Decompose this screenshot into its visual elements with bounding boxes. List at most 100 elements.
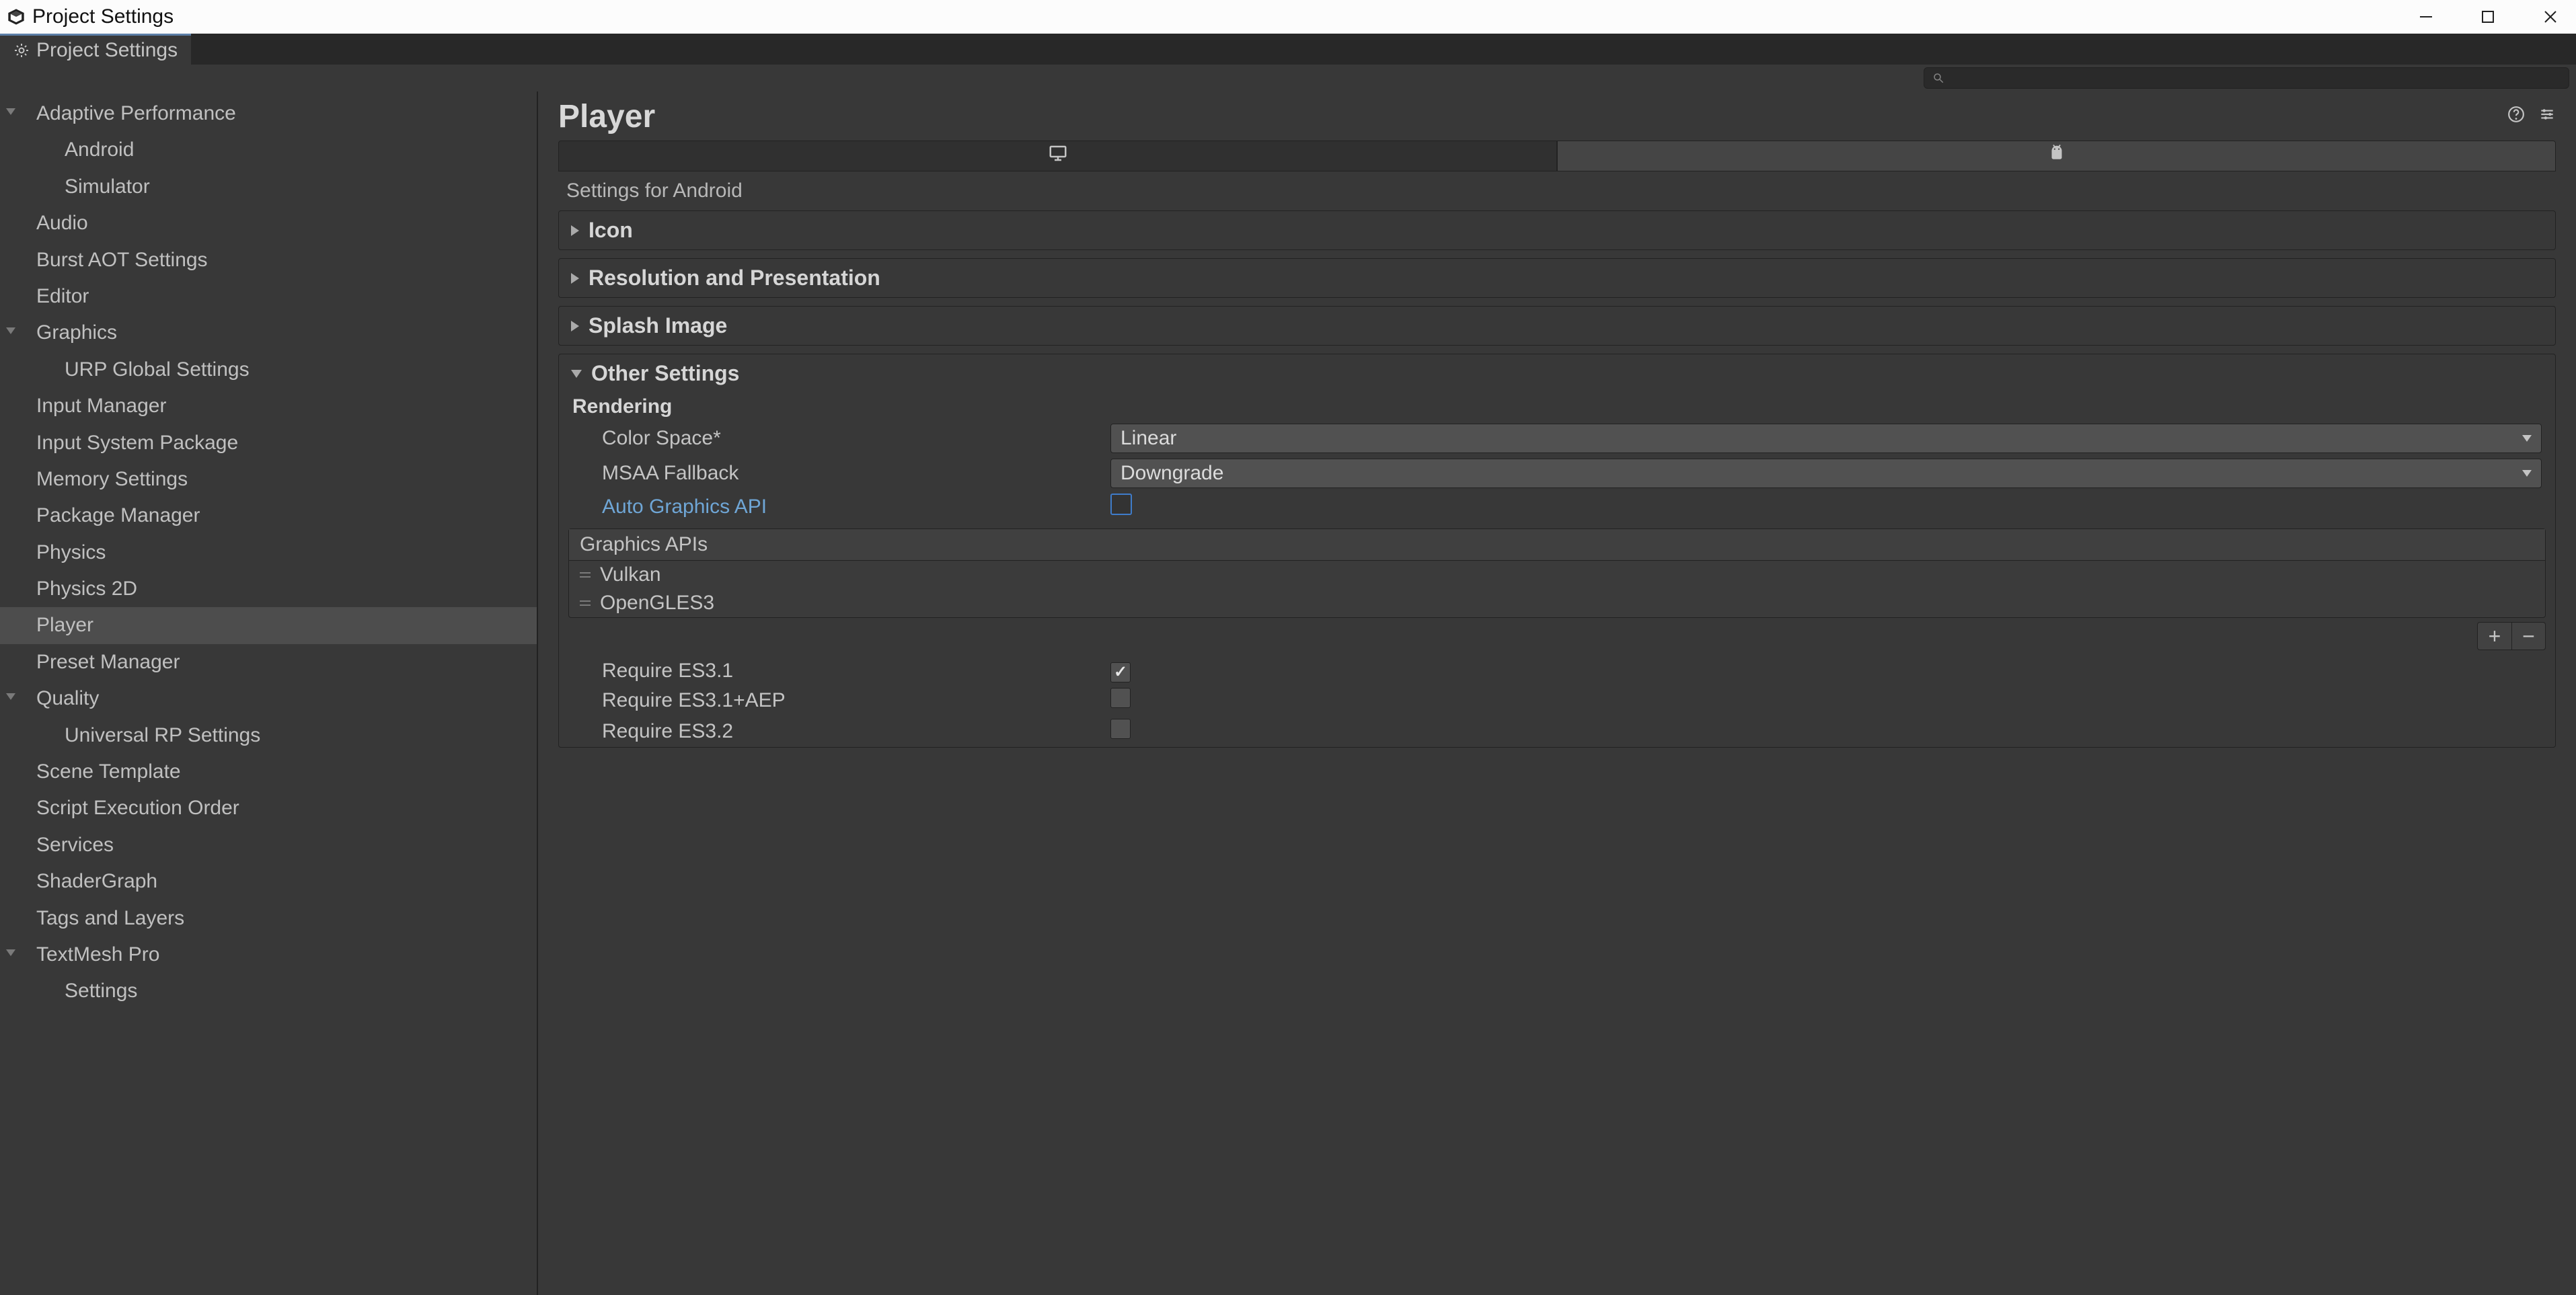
tab-standalone[interactable] <box>558 141 1557 171</box>
window-controls <box>2419 9 2559 25</box>
gear-icon <box>13 42 30 58</box>
sidebar-item-memory-settings[interactable]: Memory Settings <box>0 461 537 498</box>
sidebar-item-input-manager[interactable]: Input Manager <box>0 388 537 424</box>
sidebar-item-preset-manager[interactable]: Preset Manager <box>0 644 537 680</box>
sidebar-item-shadergraph[interactable]: ShaderGraph <box>0 863 537 900</box>
tab-label: Project Settings <box>36 39 178 62</box>
titlebar-left: Project Settings <box>7 5 174 28</box>
api-list-item[interactable]: Vulkan <box>569 561 2545 589</box>
android-icon <box>2047 143 2067 169</box>
sidebar-item-editor[interactable]: Editor <box>0 278 537 315</box>
add-button[interactable]: + <box>2478 623 2511 650</box>
group-resolution-header[interactable]: Resolution and Presentation <box>559 259 2555 297</box>
content-header: Player <box>558 98 2556 135</box>
desktop-icon <box>1048 143 1068 169</box>
help-icon[interactable] <box>2507 106 2525 128</box>
graphics-apis-list: Graphics APIs Vulkan OpenGLES3 <box>568 528 2546 618</box>
window-title: Project Settings <box>32 5 174 28</box>
search-icon <box>1932 72 1944 84</box>
sidebar-item-simulator[interactable]: Simulator <box>0 169 537 205</box>
sidebar-item-player[interactable]: Player <box>0 607 537 643</box>
color-space-dropdown[interactable]: Linear <box>1110 424 2542 453</box>
page-title: Player <box>558 98 655 135</box>
chevron-right-icon <box>571 225 579 236</box>
msaa-dropdown[interactable]: Downgrade <box>1110 459 2542 488</box>
chevron-right-icon <box>571 273 579 284</box>
api-list-item[interactable]: OpenGLES3 <box>569 589 2545 617</box>
sidebar-item-settings[interactable]: Settings <box>0 973 537 1009</box>
settings-sidebar: Adaptive PerformanceAndroidSimulatorAudi… <box>0 91 538 1295</box>
sidebar-item-android[interactable]: Android <box>0 132 537 168</box>
sidebar-item-package-manager[interactable]: Package Manager <box>0 498 537 534</box>
group-splash-title: Splash Image <box>589 313 727 338</box>
graphics-apis-header: Graphics APIs <box>569 529 2545 561</box>
sidebar-item-adaptive-performance[interactable]: Adaptive Performance <box>0 95 537 132</box>
sidebar-item-services[interactable]: Services <box>0 827 537 863</box>
rendering-header: Rendering <box>559 393 2555 421</box>
field-color-space: Color Space* Linear <box>559 421 2555 456</box>
group-other: Other Settings Rendering Color Space* Li… <box>558 354 2556 748</box>
sidebar-item-audio[interactable]: Audio <box>0 205 537 241</box>
main-area: Adaptive PerformanceAndroidSimulatorAudi… <box>0 91 2576 1295</box>
es31-checkbox[interactable] <box>1110 662 1131 682</box>
group-splash: Splash Image <box>558 306 2556 346</box>
group-other-header[interactable]: Other Settings <box>559 354 2555 393</box>
es32-label: Require ES3.2 <box>572 720 1110 743</box>
drag-handle-icon[interactable] <box>580 572 591 578</box>
sidebar-item-tags-and-layers[interactable]: Tags and Layers <box>0 900 537 937</box>
search-input[interactable] <box>1924 67 2569 89</box>
field-auto-api: Auto Graphics API <box>559 491 2555 523</box>
minimize-button[interactable] <box>2419 9 2433 24</box>
sidebar-item-graphics[interactable]: Graphics <box>0 315 537 351</box>
es31aep-label: Require ES3.1+AEP <box>572 689 1110 712</box>
remove-button[interactable]: − <box>2511 623 2545 650</box>
sidebar-item-scene-template[interactable]: Scene Template <box>0 754 537 790</box>
content-panel: Player Settings for A <box>538 91 2576 1295</box>
group-resolution-title: Resolution and Presentation <box>589 266 880 290</box>
group-icon-header[interactable]: Icon <box>559 211 2555 249</box>
unity-icon <box>7 7 26 26</box>
graphics-apis-footer: + − <box>559 618 2555 657</box>
api-name: OpenGLES3 <box>600 592 714 615</box>
color-space-label: Color Space* <box>572 427 1110 450</box>
sidebar-item-quality[interactable]: Quality <box>0 680 537 717</box>
tab-project-settings[interactable]: Project Settings <box>0 34 191 65</box>
msaa-value: Downgrade <box>1121 462 1223 485</box>
chevron-right-icon <box>571 321 579 331</box>
sidebar-item-textmesh-pro[interactable]: TextMesh Pro <box>0 937 537 973</box>
auto-api-checkbox[interactable] <box>1110 494 1132 515</box>
drag-handle-icon[interactable] <box>580 600 591 606</box>
sidebar-item-input-system-package[interactable]: Input System Package <box>0 425 537 461</box>
auto-api-label: Auto Graphics API <box>572 496 1110 518</box>
dropdown-arrow-icon <box>2522 435 2532 442</box>
close-button[interactable] <box>2542 9 2559 25</box>
group-icon: Icon <box>558 210 2556 250</box>
field-es32: Require ES3.2 <box>559 716 2555 747</box>
sidebar-item-physics-2d[interactable]: Physics 2D <box>0 571 537 607</box>
sidebar-item-burst-aot-settings[interactable]: Burst AOT Settings <box>0 242 537 278</box>
toolbar <box>0 65 2576 91</box>
api-name: Vulkan <box>600 563 661 586</box>
color-space-value: Linear <box>1121 427 1176 450</box>
sidebar-item-script-execution-order[interactable]: Script Execution Order <box>0 790 537 826</box>
platform-tabs <box>558 141 2556 171</box>
chevron-down-icon <box>571 370 582 378</box>
tab-android[interactable] <box>1557 141 2556 171</box>
field-es31aep: Require ES3.1+AEP <box>559 685 2555 716</box>
sidebar-item-physics[interactable]: Physics <box>0 535 537 571</box>
es31aep-checkbox[interactable] <box>1110 688 1131 708</box>
es31-label: Require ES3.1 <box>572 660 1110 682</box>
sidebar-item-universal-rp-settings[interactable]: Universal RP Settings <box>0 717 537 754</box>
field-msaa: MSAA Fallback Downgrade <box>559 456 2555 491</box>
presets-icon[interactable] <box>2538 106 2556 128</box>
maximize-button[interactable] <box>2480 9 2495 24</box>
field-es31: Require ES3.1 <box>559 657 2555 685</box>
platform-subtitle: Settings for Android <box>566 180 2556 202</box>
editor-tabbar: Project Settings <box>0 34 2576 65</box>
es32-checkbox[interactable] <box>1110 719 1131 739</box>
sidebar-item-urp-global-settings[interactable]: URP Global Settings <box>0 352 537 388</box>
dropdown-arrow-icon <box>2522 470 2532 477</box>
content-actions <box>2507 106 2556 128</box>
list-buttons: + − <box>2477 622 2546 650</box>
group-splash-header[interactable]: Splash Image <box>559 307 2555 345</box>
